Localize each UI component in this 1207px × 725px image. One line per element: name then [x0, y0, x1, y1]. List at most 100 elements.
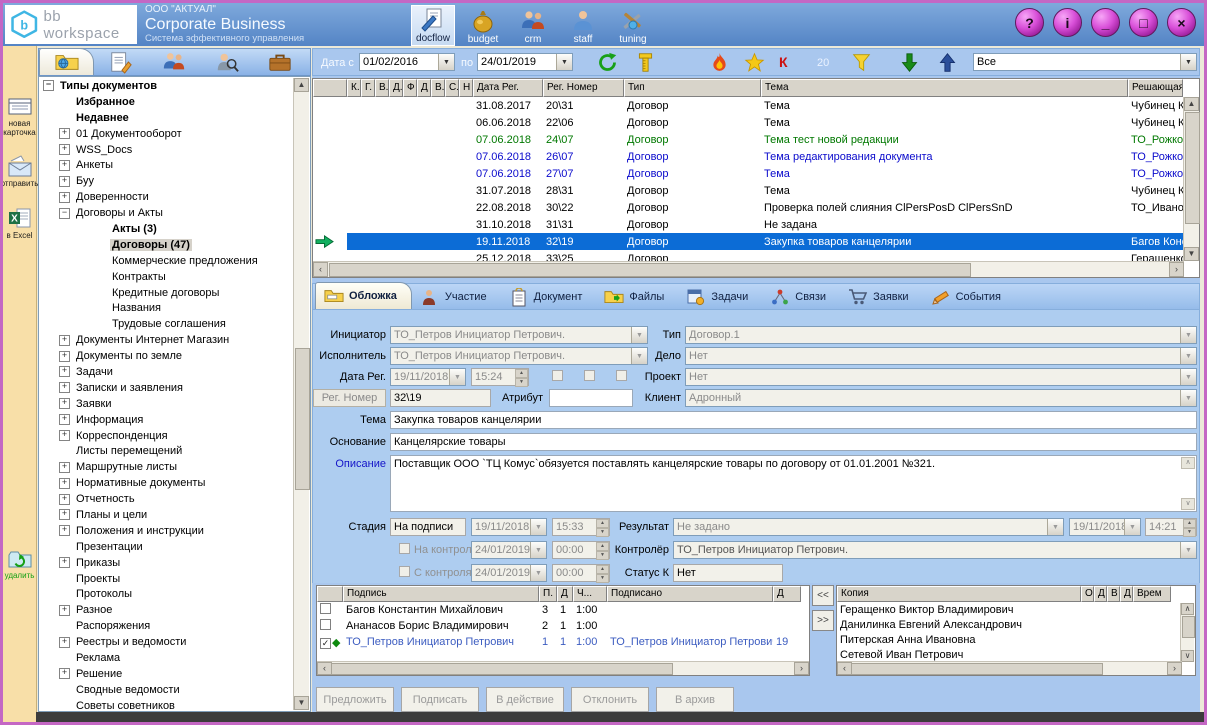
tree-item[interactable]: +Реестры и ведомости: [39, 634, 294, 650]
tree-item[interactable]: +Документы по земле: [39, 348, 294, 364]
scroll-thumb[interactable]: [851, 663, 1103, 675]
tree-item[interactable]: +01 Документооборот: [39, 126, 294, 142]
scroll-right-icon[interactable]: ›: [1169, 262, 1184, 277]
tree-item[interactable]: +Маршрутные листы: [39, 459, 294, 475]
column-header[interactable]: Ч...: [573, 586, 607, 602]
scroll-thumb[interactable]: [331, 663, 673, 675]
client-combo[interactable]: Адронный▼: [685, 389, 1197, 407]
tree-item[interactable]: Протоколы: [39, 587, 294, 603]
signature-checkbox[interactable]: ✓: [320, 638, 331, 649]
scroll-left-icon[interactable]: ‹: [837, 662, 852, 675]
nav-tab-3[interactable]: [147, 49, 200, 75]
copy-row[interactable]: Геращенко Виктор Владимирович: [837, 602, 1195, 617]
date-from-combo[interactable]: 01/02/2016▼: [359, 53, 455, 71]
expand-icon[interactable]: +: [59, 557, 70, 568]
refresh-button[interactable]: [597, 52, 618, 73]
column-header[interactable]: Д: [1094, 586, 1107, 602]
document-row[interactable]: 31.07.201828\31ДоговорТемаЧубинец Ки: [313, 182, 1199, 199]
flag-v-checkbox[interactable]: [552, 370, 563, 381]
reg-number-button[interactable]: Рег. Номер: [313, 389, 386, 407]
sidebar-new-card-button[interactable]: новая карточка: [3, 94, 36, 138]
expand-icon[interactable]: +: [59, 192, 70, 203]
column-header[interactable]: К.: [347, 79, 361, 97]
column-header[interactable]: Д: [557, 586, 573, 602]
column-header[interactable]: Д.: [389, 79, 403, 97]
close-button[interactable]: ×: [1167, 8, 1196, 37]
sidebar-to-excel-button[interactable]: Xв Excel: [3, 206, 36, 241]
help-button[interactable]: ?: [1015, 8, 1044, 37]
basis-input[interactable]: Канцелярские товары: [390, 433, 1197, 451]
scroll-thumb[interactable]: [295, 348, 310, 490]
flag-p-checkbox[interactable]: [584, 370, 595, 381]
copy-row[interactable]: Сетевой Иван Петрович: [837, 647, 1195, 662]
tree-item[interactable]: +Планы и цели: [39, 507, 294, 523]
column-header[interactable]: Д: [417, 79, 431, 97]
filter-funnel-button[interactable]: [851, 52, 872, 73]
card-tab-inactive[interactable]: Задачи: [678, 285, 762, 309]
result-date-combo[interactable]: 19/11/2018▼: [1069, 518, 1141, 536]
copy-row[interactable]: Питерская Анна Ивановна: [837, 632, 1195, 647]
table-vertical-scrollbar[interactable]: ▲ ▼: [1183, 97, 1199, 261]
chevron-down-icon[interactable]: ▼: [449, 369, 465, 385]
expand-icon[interactable]: +: [59, 478, 70, 489]
ruler-button[interactable]: [635, 52, 656, 73]
chevron-down-icon[interactable]: ▼: [530, 542, 546, 558]
column-header[interactable]: Врем: [1133, 586, 1171, 602]
spinner-arrows-icon[interactable]: ▲▼: [1183, 519, 1196, 535]
tree-item[interactable]: Названия: [39, 300, 294, 316]
spinner-arrows-icon[interactable]: ▲▼: [515, 369, 528, 385]
tree-item[interactable]: Советы советников: [39, 698, 294, 711]
chevron-down-icon[interactable]: ▼: [1180, 348, 1196, 364]
scroll-up-icon[interactable]: ▲: [1184, 97, 1199, 111]
module-docflow[interactable]: docflow: [411, 5, 455, 46]
column-header[interactable]: Ф: [403, 79, 417, 97]
tree-item[interactable]: Листы перемещений: [39, 443, 294, 459]
chevron-down-icon[interactable]: ▼: [1124, 519, 1140, 535]
on-control-checkbox[interactable]: [399, 543, 410, 554]
column-header[interactable]: Решающая: [1128, 79, 1183, 97]
scroll-thumb[interactable]: [1182, 616, 1195, 638]
sidebar-delete-button[interactable]: удалить: [3, 546, 36, 581]
document-row[interactable]: 06.06.201822\06ДоговорТемаЧубинец Ки: [313, 114, 1199, 131]
card-tab-inactive[interactable]: Заявки: [840, 285, 923, 309]
result-time-spinner[interactable]: 14:21▲▼: [1145, 518, 1197, 536]
signature-row[interactable]: ✓◆ТО_Петров Инициатор Петрович111:00ТО_П…: [317, 634, 809, 650]
expand-icon[interactable]: +: [59, 128, 70, 139]
nav-tab-5[interactable]: [253, 49, 306, 75]
action-button[interactable]: Предложить: [316, 687, 394, 712]
action-button[interactable]: Подписать: [401, 687, 479, 712]
nav-tab-4[interactable]: [200, 49, 253, 75]
tree-item[interactable]: +Заявки: [39, 396, 294, 412]
stage-date-combo[interactable]: 19/11/2018▼: [471, 518, 547, 536]
tree-item[interactable]: +Буу: [39, 173, 294, 189]
card-tab-inactive[interactable]: Документ: [501, 285, 597, 309]
reg-date-combo[interactable]: 19/11/2018▼: [390, 368, 466, 386]
view-filter-combo[interactable]: Все▼: [973, 53, 1197, 71]
tree-item[interactable]: Распоряжения: [39, 618, 294, 634]
table-horizontal-scrollbar[interactable]: ‹ ›: [313, 261, 1184, 277]
module-budget[interactable]: budget: [461, 5, 505, 46]
scroll-down-icon[interactable]: ∨: [1181, 650, 1194, 662]
scroll-thumb[interactable]: [329, 263, 971, 277]
tree-item[interactable]: +Разное: [39, 602, 294, 618]
column-header[interactable]: О: [1081, 586, 1094, 602]
column-header[interactable]: Подпись: [343, 586, 539, 602]
tree-item[interactable]: +Корреспонденция: [39, 428, 294, 444]
flame-icon[interactable]: [709, 52, 730, 73]
chevron-down-icon[interactable]: ▼: [556, 54, 572, 70]
scroll-up-icon[interactable]: ∧: [1181, 457, 1195, 469]
tree-item[interactable]: Кредитные договоры: [39, 285, 294, 301]
scroll-down-icon[interactable]: ▼: [1184, 247, 1199, 261]
description-textarea[interactable]: Поставщик ООО `ТЦ Комус`обязуется постав…: [390, 455, 1197, 512]
collapse-icon[interactable]: −: [59, 208, 70, 219]
column-header[interactable]: Тема: [761, 79, 1128, 97]
on-control-date-combo[interactable]: 24/01/2019▼: [471, 541, 547, 559]
column-header[interactable]: Копия: [837, 586, 1081, 602]
copies-hscrollbar[interactable]: ‹ ›: [837, 661, 1182, 675]
chevron-down-icon[interactable]: ▼: [530, 565, 546, 581]
tree-item[interactable]: +Доверенности: [39, 189, 294, 205]
theme-input[interactable]: Закупка товаров канцелярии: [390, 411, 1197, 429]
tree-item[interactable]: Реклама: [39, 650, 294, 666]
tree-item[interactable]: −Договоры и Акты: [39, 205, 294, 221]
tree-item[interactable]: +Информация: [39, 412, 294, 428]
